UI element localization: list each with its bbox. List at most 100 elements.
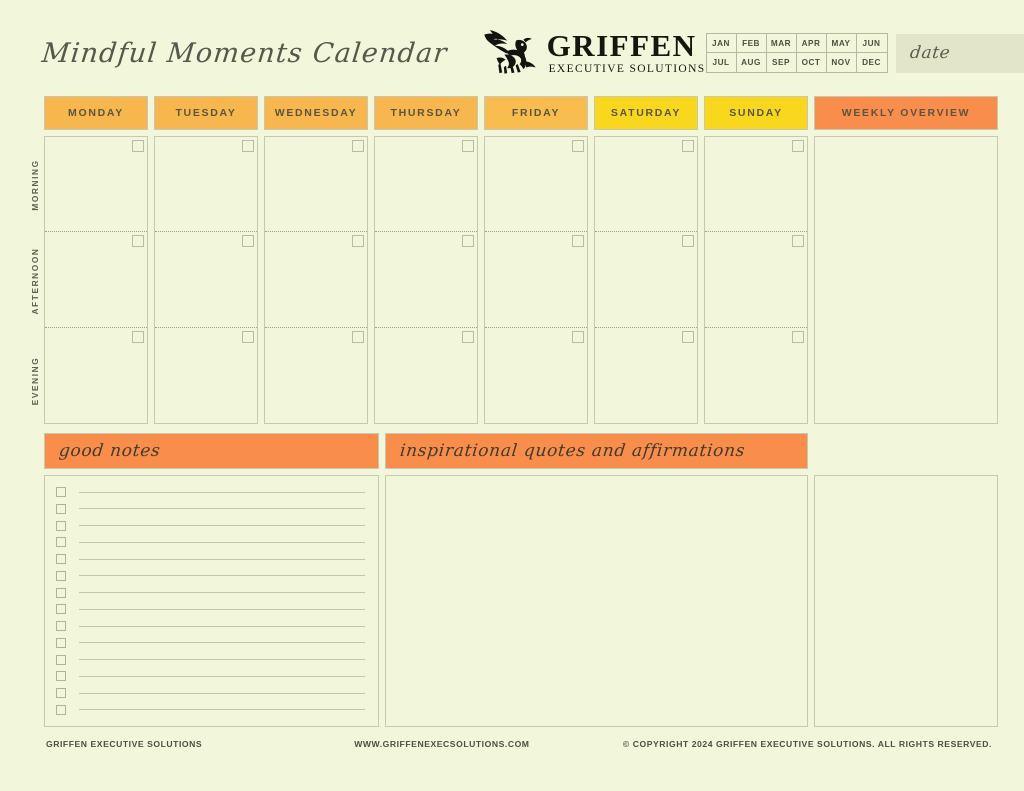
month-cell-jan[interactable]: JAN <box>706 34 737 53</box>
note-row[interactable] <box>56 535 365 549</box>
day-header-saturday[interactable]: SATURDAY <box>594 96 698 130</box>
slot-tuesday-morning[interactable] <box>155 137 257 233</box>
month-cell-jun[interactable]: JUN <box>856 34 887 53</box>
month-cell-mar[interactable]: MAR <box>766 34 797 53</box>
note-checkbox[interactable] <box>56 570 66 581</box>
note-checkbox[interactable] <box>56 688 66 699</box>
slot-sunday-evening[interactable] <box>705 328 807 423</box>
slot-checkbox[interactable] <box>462 330 474 343</box>
slot-checkbox[interactable] <box>462 140 474 152</box>
note-checkbox[interactable] <box>56 654 66 665</box>
slot-checkbox[interactable] <box>572 140 584 152</box>
slot-checkbox[interactable] <box>682 235 694 248</box>
slot-monday-evening[interactable] <box>45 328 147 423</box>
note-checkbox[interactable] <box>56 503 66 514</box>
month-selector[interactable]: JAN FEB MAR APR MAY JUN JUL AUG SEP OCT NOV DEC <box>705 33 888 73</box>
day-header-friday[interactable]: FRIDAY <box>484 96 588 130</box>
note-checkbox[interactable] <box>56 520 66 531</box>
month-cell-apr[interactable]: APR <box>796 34 827 53</box>
note-row[interactable] <box>56 586 365 600</box>
slot-checkbox[interactable] <box>132 140 144 152</box>
slot-checkbox[interactable] <box>682 330 694 343</box>
note-row[interactable] <box>56 636 365 650</box>
note-checkbox[interactable] <box>56 554 66 565</box>
note-row[interactable] <box>56 653 365 667</box>
note-checkbox[interactable] <box>56 671 66 682</box>
note-row[interactable] <box>56 703 365 717</box>
day-column-saturday[interactable] <box>594 136 698 424</box>
note-row[interactable] <box>56 669 365 683</box>
slot-checkbox[interactable] <box>242 235 254 248</box>
note-checkbox[interactable] <box>56 537 66 548</box>
month-cell-jul[interactable]: JUL <box>707 53 737 72</box>
month-cell-aug[interactable]: AUG <box>737 53 767 72</box>
slot-checkbox[interactable] <box>132 330 144 343</box>
note-row[interactable] <box>56 686 365 700</box>
note-row[interactable] <box>56 602 365 616</box>
month-cell-feb[interactable]: FEB <box>736 34 767 53</box>
slot-wednesday-evening[interactable] <box>265 328 367 423</box>
note-row[interactable] <box>56 519 365 533</box>
slot-sunday-afternoon[interactable] <box>705 232 807 328</box>
slot-thursday-morning[interactable] <box>375 137 477 233</box>
slot-checkbox[interactable] <box>352 235 364 248</box>
slot-friday-morning[interactable] <box>485 137 587 233</box>
month-cell-oct[interactable]: OCT <box>797 53 827 72</box>
overview-lower-area[interactable] <box>814 475 998 727</box>
slot-checkbox[interactable] <box>682 140 694 152</box>
note-row[interactable] <box>56 502 365 516</box>
slot-friday-afternoon[interactable] <box>485 232 587 328</box>
note-row[interactable] <box>56 619 365 633</box>
day-header-monday[interactable]: MONDAY <box>44 96 148 130</box>
weekly-overview-header[interactable]: WEEKLY OVERVIEW <box>814 96 998 130</box>
note-row[interactable] <box>56 485 365 499</box>
month-cell-dec[interactable]: DEC <box>857 53 887 72</box>
date-field[interactable]: date <box>895 33 1024 73</box>
slot-checkbox[interactable] <box>132 235 144 248</box>
slot-thursday-afternoon[interactable] <box>375 232 477 328</box>
quotes-writing-area[interactable] <box>385 475 808 727</box>
slot-checkbox[interactable] <box>242 140 254 152</box>
slot-wednesday-morning[interactable] <box>265 137 367 233</box>
slot-saturday-morning[interactable] <box>595 137 697 233</box>
month-cell-nov[interactable]: NOV <box>827 53 857 72</box>
slot-tuesday-evening[interactable] <box>155 328 257 423</box>
slot-checkbox[interactable] <box>792 330 804 343</box>
slot-saturday-evening[interactable] <box>595 328 697 423</box>
day-column-sunday[interactable] <box>704 136 808 424</box>
slot-checkbox[interactable] <box>352 330 364 343</box>
day-column-thursday[interactable] <box>374 136 478 424</box>
note-checkbox[interactable] <box>56 587 66 598</box>
slot-wednesday-afternoon[interactable] <box>265 232 367 328</box>
note-checkbox[interactable] <box>56 637 66 648</box>
slot-thursday-evening[interactable] <box>375 328 477 423</box>
day-header-tuesday[interactable]: TUESDAY <box>154 96 258 130</box>
slot-checkbox[interactable] <box>462 235 474 248</box>
note-row[interactable] <box>56 552 365 566</box>
good-notes-checklist[interactable] <box>44 475 379 727</box>
note-checkbox[interactable] <box>56 487 66 497</box>
day-header-sunday[interactable]: SUNDAY <box>704 96 808 130</box>
day-column-friday[interactable] <box>484 136 588 424</box>
day-header-wednesday[interactable]: WEDNESDAY <box>264 96 368 130</box>
note-checkbox[interactable] <box>56 621 66 632</box>
day-column-wednesday[interactable] <box>264 136 368 424</box>
slot-saturday-afternoon[interactable] <box>595 232 697 328</box>
month-cell-may[interactable]: MAY <box>826 34 857 53</box>
slot-checkbox[interactable] <box>792 140 804 152</box>
slot-checkbox[interactable] <box>352 140 364 152</box>
note-checkbox[interactable] <box>56 704 66 715</box>
slot-monday-morning[interactable] <box>45 137 147 233</box>
slot-checkbox[interactable] <box>242 330 254 343</box>
slot-checkbox[interactable] <box>572 235 584 248</box>
month-cell-sep[interactable]: SEP <box>767 53 797 72</box>
slot-monday-afternoon[interactable] <box>45 232 147 328</box>
weekly-overview-area[interactable] <box>814 136 998 424</box>
note-row[interactable] <box>56 569 365 583</box>
day-column-monday[interactable] <box>44 136 148 424</box>
slot-tuesday-afternoon[interactable] <box>155 232 257 328</box>
day-column-tuesday[interactable] <box>154 136 258 424</box>
slot-friday-evening[interactable] <box>485 328 587 423</box>
slot-sunday-morning[interactable] <box>705 137 807 233</box>
slot-checkbox[interactable] <box>572 330 584 343</box>
